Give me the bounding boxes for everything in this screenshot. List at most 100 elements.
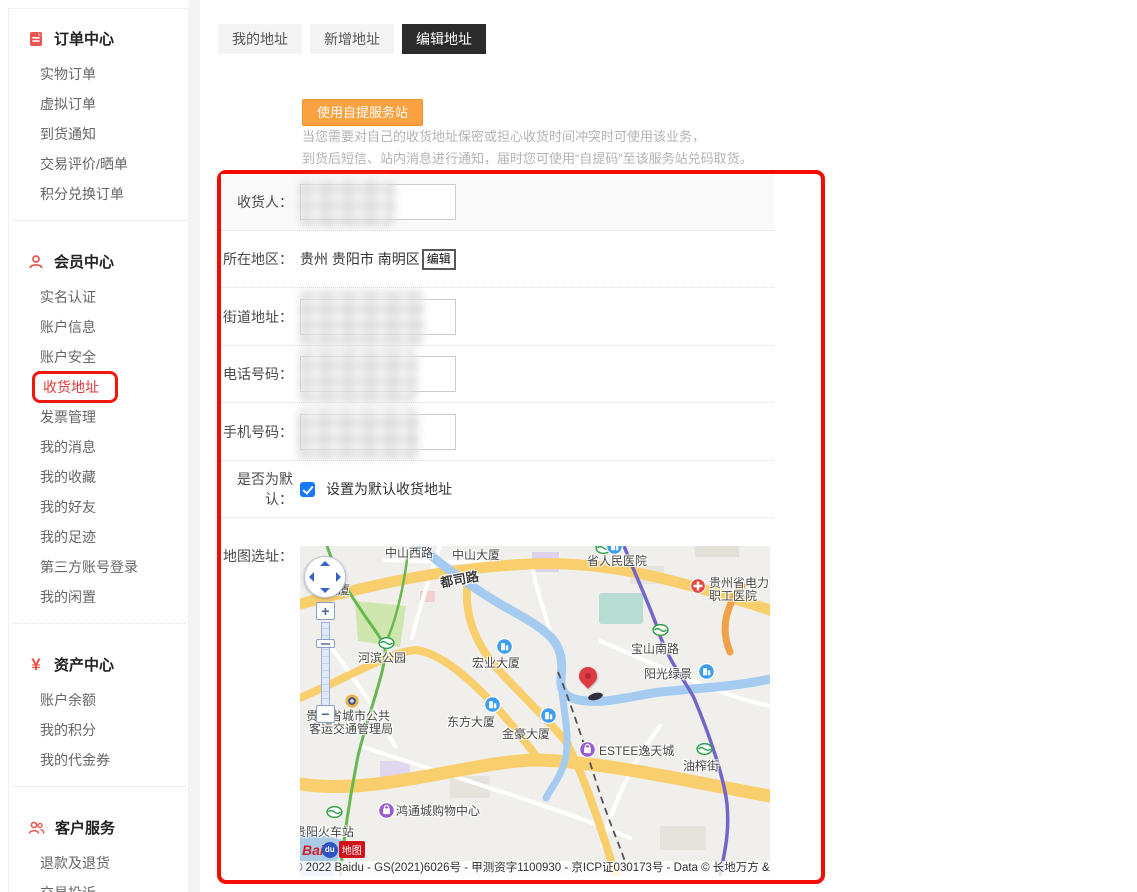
sidebar-item-invoice-management[interactable]: 发票管理 (9, 402, 188, 432)
map-place-label: 职工医院 (709, 590, 757, 603)
sidebar-item-account-security[interactable]: 账户安全 (9, 342, 188, 372)
zoom-out-button[interactable]: − (316, 705, 335, 723)
zoom-in-button[interactable]: + (316, 602, 335, 620)
metro-icon (326, 806, 343, 818)
annotation-rectangle: 收货人： 所在地区： 贵州 贵阳市 南明区编辑 街道地址： (217, 170, 825, 884)
baidu-paw-icon: du (322, 842, 338, 858)
map-copyright: © 2022 Baidu - GS(2021)6026号 - 甲测资字11009… (300, 861, 770, 876)
sidebar-section-member-center: 会员中心 (9, 232, 188, 282)
sidebar-item-trade-complaints[interactable]: 交易投诉 (9, 878, 188, 892)
map-place-label: ESTEE逸天城 (599, 745, 674, 758)
zoom-slider-track[interactable] (321, 622, 330, 706)
pan-down-icon[interactable] (320, 588, 330, 593)
use-pickup-station-button[interactable]: 使用自提服务站 (302, 99, 423, 126)
map-place-label: 贵阳火车站 (300, 826, 354, 839)
map-place-label: 阳光绿景 (644, 668, 692, 681)
mobile-row: 手机号码： (221, 403, 774, 461)
mobile-label: 手机号码： (221, 422, 293, 442)
sidebar-item-my-friends[interactable]: 我的好友 (9, 492, 188, 522)
shopping-poi-icon (378, 802, 395, 819)
receiver-row: 收货人： (221, 174, 774, 231)
sidebar-item-physical-orders[interactable]: 实物订单 (9, 59, 188, 89)
default-row: 是否为默认： 设置为默认收货地址 (221, 461, 774, 518)
building-poi-icon (606, 546, 623, 555)
sidebar-item-points-orders[interactable]: 积分兑换订单 (9, 179, 188, 209)
sidebar-item-third-party-login[interactable]: 第三方账号登录 (9, 552, 188, 582)
mobile-input[interactable] (300, 414, 456, 450)
map-place-label: 宏业大厦 (472, 657, 520, 670)
sidebar-item-account-info[interactable]: 账户信息 (9, 312, 188, 342)
tab-edit-address[interactable]: 编辑地址 (402, 24, 486, 54)
default-checkbox-label: 设置为默认收货地址 (326, 479, 452, 499)
receiver-label: 收货人： (221, 192, 293, 212)
phone-row: 电话号码： (221, 346, 774, 403)
sidebar-item-my-idle[interactable]: 我的闲置 (9, 582, 188, 612)
sidebar-item-reviews[interactable]: 交易评价/晒单 (9, 149, 188, 179)
section-title: 会员中心 (54, 251, 114, 272)
pan-right-icon[interactable] (336, 572, 341, 582)
street-input[interactable] (300, 299, 456, 335)
sidebar-item-arrival-notice[interactable]: 到货通知 (9, 119, 188, 149)
pan-up-icon[interactable] (320, 561, 330, 566)
building-poi-icon (540, 707, 557, 724)
region-row: 所在地区： 贵州 贵阳市 南明区编辑 (221, 231, 774, 288)
pickup-description: 当您需要对自己的收货地址保密或担心收货时间冲突时可使用该业务， 到货后短信、站内… (302, 126, 753, 170)
redacted-receiver-value (299, 179, 395, 226)
page: 订单中心 实物订单 虚拟订单 到货通知 交易评价/晒单 积分兑换订单 会员中心 … (0, 0, 1137, 892)
sidebar-item-my-favorites[interactable]: 我的收藏 (9, 462, 188, 492)
order-document-icon (28, 31, 44, 47)
building-poi-icon (496, 638, 513, 655)
section-title: 资产中心 (54, 654, 114, 675)
sidebar-item-my-vouchers[interactable]: 我的代金券 (9, 745, 188, 775)
map-place-label: 鸿通城购物中心 (396, 805, 480, 818)
sidebar-item-realname-auth[interactable]: 实名认证 (9, 282, 188, 312)
section-title: 客户服务 (55, 817, 115, 838)
sidebar-item-my-points[interactable]: 我的积分 (9, 715, 188, 745)
map-place-label: 中山西路 (385, 547, 433, 560)
region-label: 所在地区： (221, 249, 293, 269)
member-person-icon (28, 254, 44, 270)
yen-icon: ¥ (28, 655, 44, 675)
building-poi-icon (698, 663, 715, 680)
baidu-map-badge: 地图 (339, 841, 365, 858)
sidebar-item-refunds-returns[interactable]: 退款及退货 (9, 848, 188, 878)
baidu-map[interactable]: 中山西路 中山大厦 省人民医院 都司路 贵州省电力 职工医院 大厦 河滨公园 宏… (300, 546, 770, 876)
map-place-label: 中山大厦 (452, 549, 500, 562)
street-label: 街道地址： (221, 307, 293, 327)
main-content: 我的地址 新增地址 编辑地址 使用自提服务站 当您需要对自己的收货地址保密或担心… (200, 0, 1137, 892)
building-poi-icon (484, 696, 501, 713)
metro-icon (378, 637, 395, 649)
pan-left-icon[interactable] (309, 572, 314, 582)
pickup-description-line2: 到货后短信、站内消息进行通知，届时您可使用“自提码”至该服务站兑码取货。 (302, 148, 753, 170)
sidebar-item-virtual-orders[interactable]: 虚拟订单 (9, 89, 188, 119)
map-pan-control[interactable] (304, 556, 346, 598)
tab-add-address[interactable]: 新增地址 (310, 24, 394, 54)
tab-my-address[interactable]: 我的地址 (218, 24, 302, 54)
zoom-slider-handle[interactable] (316, 639, 335, 648)
map-place-label: 河滨公园 (358, 652, 406, 665)
sidebar-section-order-center: 订单中心 (9, 9, 188, 59)
sidebar-divider (12, 220, 185, 221)
phone-input[interactable] (300, 356, 456, 392)
sidebar-item-my-messages[interactable]: 我的消息 (9, 432, 188, 462)
default-address-checkbox[interactable] (300, 482, 315, 497)
metro-icon (696, 743, 713, 755)
layout-gap (189, 0, 200, 892)
region-value: 贵州 贵阳市 南明区 (300, 249, 420, 269)
receiver-input[interactable] (300, 184, 456, 220)
sidebar-item-my-footprints[interactable]: 我的足迹 (9, 522, 188, 552)
sidebar-item-shipping-address[interactable]: 收货地址 (9, 372, 188, 402)
baidu-logo-text: Bai (302, 842, 324, 858)
redacted-mobile-value (297, 408, 419, 459)
map-place-label: 油榨街 (683, 760, 719, 773)
sidebar-item-account-balance[interactable]: 账户余额 (9, 685, 188, 715)
region-edit-button[interactable]: 编辑 (422, 249, 456, 270)
hospital-poi-icon (690, 578, 706, 594)
pickup-description-line1: 当您需要对自己的收货地址保密或担心收货时间冲突时可使用该业务， (302, 126, 753, 148)
map-place-label: 金豪大厦 (502, 728, 550, 741)
map-place-label: 宝山南路 (631, 643, 679, 656)
redacted-phone-value (299, 349, 417, 402)
map-label: 地图选址： (221, 546, 293, 566)
shopping-poi-icon (579, 741, 596, 758)
sidebar-divider (12, 786, 185, 787)
